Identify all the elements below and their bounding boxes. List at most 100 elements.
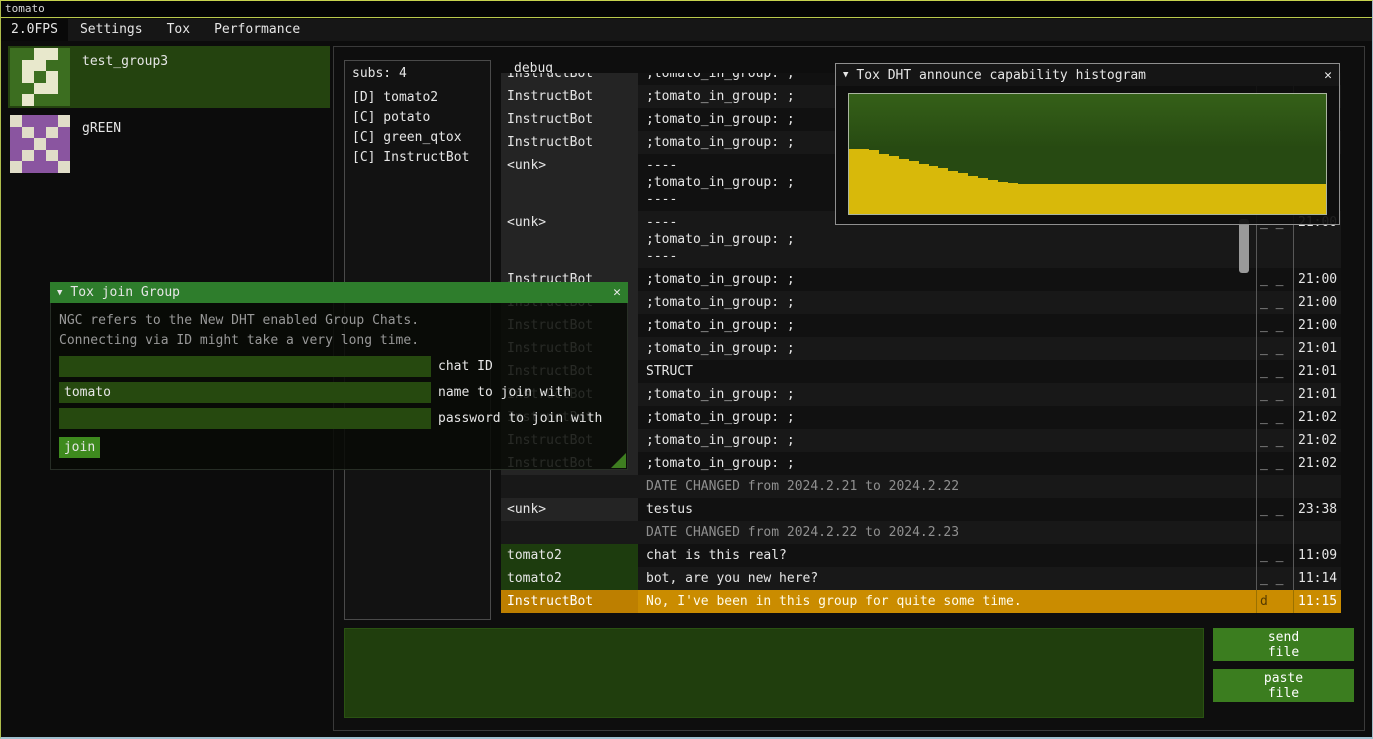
histogram-bar — [1097, 184, 1107, 214]
message-text: ;tomato_in_group: ; — [638, 268, 1256, 291]
chat-scrollbar-thumb[interactable] — [1239, 219, 1249, 273]
histogram-bar — [1286, 184, 1296, 214]
message-flags: d — [1256, 590, 1293, 613]
menu-item-performance[interactable]: Performance — [202, 19, 312, 41]
message-flags — [1256, 521, 1293, 544]
menu-item-settings[interactable]: Settings — [68, 19, 155, 41]
histogram-window-body — [836, 86, 1339, 224]
collapse-icon[interactable]: ▼ — [843, 70, 848, 80]
chat-message-row[interactable]: tomato2chat is this real?_ _11:09 — [501, 544, 1341, 567]
avatar-pixel — [34, 48, 46, 60]
message-flags: _ _ — [1256, 452, 1293, 475]
histogram-bar — [1117, 184, 1127, 214]
join-input-2[interactable] — [59, 408, 431, 429]
histogram-bar — [948, 171, 958, 214]
histogram-bar — [1048, 184, 1058, 214]
message-author: InstructBot — [501, 73, 638, 85]
histogram-bar — [929, 166, 939, 214]
histogram-bar — [1137, 184, 1147, 214]
close-icon[interactable]: ✕ — [1324, 68, 1332, 83]
avatar-pixel — [58, 48, 70, 60]
join-button[interactable]: join — [59, 437, 100, 458]
avatar-pixel — [58, 71, 70, 83]
avatar-pixel — [34, 60, 46, 72]
message-flags: _ _ — [1256, 544, 1293, 567]
avatar-pixel — [46, 71, 58, 83]
message-text: ;tomato_in_group: ; — [638, 429, 1256, 452]
histogram-window-titlebar[interactable]: ▼ Tox DHT announce capability histogram … — [836, 64, 1339, 86]
avatar-pixel — [34, 115, 46, 127]
message-author: InstructBot — [501, 85, 638, 108]
histogram-bar — [859, 149, 869, 214]
message-author: <unk> — [501, 154, 638, 211]
group-sidebar: test_group3 gREEN — [8, 46, 330, 180]
chat-message-row[interactable]: tomato2bot, are you new here?_ _11:14 — [501, 567, 1341, 590]
members-list: [D] tomato2[C] potato[C] green_qtox[C] I… — [352, 88, 483, 168]
join-fields: chat IDtomatoname to join withpassword t… — [59, 356, 619, 429]
histogram-bar — [889, 156, 899, 214]
histogram-bar — [1058, 184, 1068, 214]
join-window-titlebar[interactable]: ▼ Tox join Group ✕ — [50, 282, 628, 303]
message-flags: _ _ — [1256, 337, 1293, 360]
avatar-pixel — [58, 83, 70, 95]
join-input-0[interactable] — [59, 356, 431, 377]
paste-file-button[interactable]: paste file — [1213, 669, 1354, 702]
chat-message-row[interactable]: InstructBotNo, I've been in this group f… — [501, 590, 1341, 613]
menu-bar: 2.0FPS SettingsToxPerformance — [1, 19, 1372, 41]
chat-date-row: DATE CHANGED from 2024.2.21 to 2024.2.22 — [501, 475, 1341, 498]
avatar-pixel — [58, 94, 70, 106]
member-item[interactable]: [C] potato — [352, 108, 483, 128]
histogram-bar — [869, 150, 879, 214]
send-file-button[interactable]: send file — [1213, 628, 1354, 661]
avatar-pixel — [10, 94, 22, 106]
member-item[interactable]: [C] green_qtox — [352, 128, 483, 148]
message-flags: _ _ — [1256, 360, 1293, 383]
message-time: 21:02 — [1293, 406, 1341, 429]
member-item[interactable]: [C] InstructBot — [352, 148, 483, 168]
histogram-bar — [1038, 184, 1048, 214]
message-time: 21:01 — [1293, 337, 1341, 360]
window-title: tomato — [5, 2, 45, 15]
resize-grip[interactable] — [611, 453, 626, 468]
message-author: tomato2 — [501, 567, 638, 590]
histogram-bar — [1227, 184, 1237, 214]
dht-histogram-window: ▼ Tox DHT announce capability histogram … — [835, 63, 1340, 225]
menu-item-tox[interactable]: Tox — [155, 19, 202, 41]
member-item[interactable]: [D] tomato2 — [352, 88, 483, 108]
histogram-bar — [1107, 184, 1117, 214]
avatar-pixel — [58, 150, 70, 162]
group-name: gREEN — [82, 121, 121, 136]
message-time: 21:01 — [1293, 360, 1341, 383]
histogram-bar — [1028, 184, 1038, 214]
avatar-pixel — [22, 138, 34, 150]
histogram-bar — [1217, 184, 1227, 214]
avatar-pixel — [22, 48, 34, 60]
histogram-bar — [1078, 184, 1088, 214]
message-author: InstructBot — [501, 590, 638, 613]
message-input[interactable] — [344, 628, 1204, 718]
group-item-green[interactable]: gREEN — [8, 113, 330, 175]
histogram-bar — [1256, 184, 1266, 214]
message-flags: _ _ — [1256, 383, 1293, 406]
avatar-pixel — [46, 83, 58, 95]
histogram-bar — [968, 176, 978, 214]
histogram-bar — [1306, 184, 1316, 214]
histogram-bar — [1018, 184, 1028, 214]
group-item-test_group3[interactable]: test_group3 — [8, 46, 330, 108]
histogram-bar — [958, 173, 968, 214]
message-time: 11:09 — [1293, 544, 1341, 567]
avatar-pixel — [22, 161, 34, 173]
message-flags: _ _ — [1256, 291, 1293, 314]
message-author: <unk> — [501, 211, 638, 268]
chat-message-row[interactable]: <unk>testus_ _23:38 — [501, 498, 1341, 521]
group-list: test_group3 gREEN — [8, 46, 330, 175]
join-input-1[interactable]: tomato — [59, 382, 431, 403]
os-titlebar[interactable]: tomato — [0, 0, 1373, 18]
avatar-pixel — [22, 94, 34, 106]
message-time: 21:02 — [1293, 452, 1341, 475]
menu-items: SettingsToxPerformance — [68, 19, 312, 41]
close-icon[interactable]: ✕ — [613, 285, 621, 300]
subs-count: subs: 4 — [352, 66, 483, 81]
collapse-icon[interactable]: ▼ — [57, 288, 62, 298]
message-text: DATE CHANGED from 2024.2.22 to 2024.2.23 — [638, 521, 1256, 544]
